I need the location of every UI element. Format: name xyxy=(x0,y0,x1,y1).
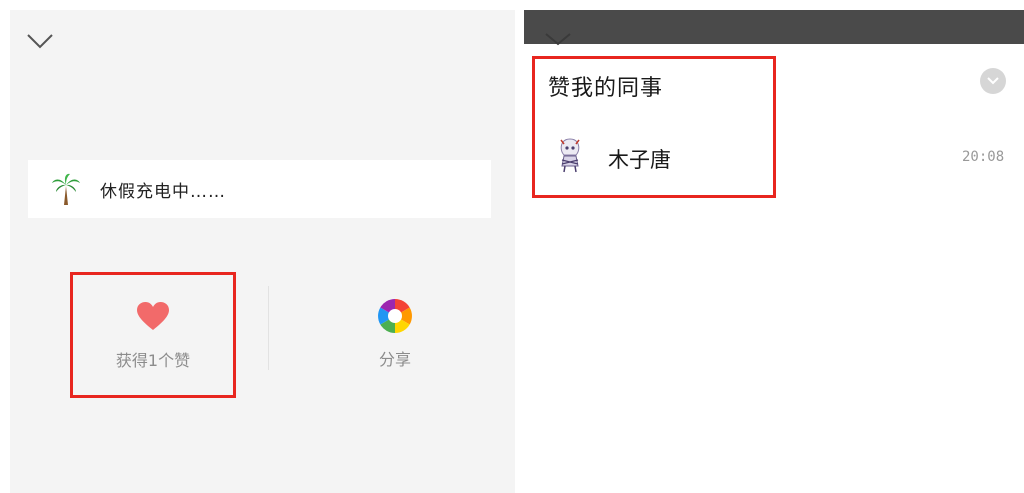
likes-received-button[interactable]: 获得1个赞 xyxy=(70,272,236,398)
section-title: 赞我的同事 xyxy=(548,76,664,101)
heart-icon xyxy=(137,302,169,330)
share-button[interactable]: 分享 xyxy=(340,290,450,380)
profile-panel: 休假充电中…… 获得1个赞 分享 xyxy=(10,10,515,493)
share-label: 分享 xyxy=(378,350,411,369)
likers-panel: 赞我的同事 木子唐 20:08 xyxy=(524,10,1024,493)
list-item[interactable]: 木子唐 20:08 xyxy=(524,134,1024,180)
chevron-down-icon xyxy=(545,33,571,46)
action-divider xyxy=(268,286,269,370)
collapse-circle-icon[interactable] xyxy=(980,68,1006,94)
like-timestamp: 20:08 xyxy=(962,149,1005,165)
liker-name: 木子唐 xyxy=(608,148,671,172)
chevron-down-icon[interactable] xyxy=(26,32,54,50)
status-text: 休假充电中…… xyxy=(100,181,226,202)
palm-tree-icon xyxy=(50,171,82,207)
avatar xyxy=(554,136,586,174)
aperture-icon xyxy=(378,299,412,333)
likes-count-label: 获得1个赞 xyxy=(115,351,191,370)
top-overlay-bar xyxy=(524,10,1024,44)
status-card[interactable]: 休假充电中…… xyxy=(28,160,491,218)
